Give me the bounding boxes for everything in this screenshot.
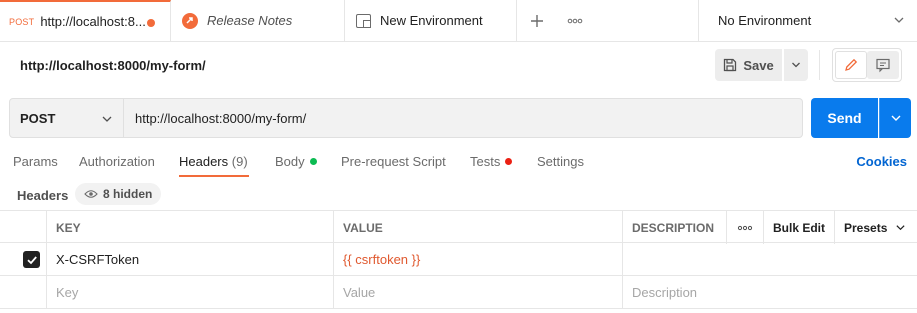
save-options-button[interactable] (783, 49, 808, 81)
body-indicator-dot-icon (309, 158, 317, 165)
view-mode-toggle (832, 48, 902, 82)
method-label: POST (20, 110, 56, 126)
request-tabs: Params Authorization Headers (9) Body Pr… (0, 146, 917, 178)
row-checkbox-cell (0, 276, 46, 309)
active-tab-indicator (179, 175, 249, 177)
row-enabled-checkbox[interactable] (23, 251, 40, 268)
row-checkbox-cell (0, 243, 46, 276)
tab-headers-label: Headers (179, 154, 229, 169)
key-column-header: KEY (46, 211, 333, 244)
presets-label: Presets (844, 220, 888, 235)
new-value-input[interactable]: Value (333, 276, 622, 309)
cookies-link[interactable]: Cookies (856, 154, 907, 169)
send-group: Send (811, 98, 911, 138)
headers-section-label: Headers (17, 188, 69, 203)
header-description-cell[interactable] (622, 243, 917, 276)
header-value-cell[interactable]: {{ csrftoken }} (333, 243, 622, 276)
tab-headers[interactable]: Headers (9) (179, 154, 248, 169)
presets-dropdown[interactable]: Presets (834, 211, 917, 244)
save-group: Save (715, 49, 808, 81)
method-select[interactable]: POST (9, 98, 124, 138)
value-column-header: VALUE (333, 211, 622, 244)
plus-icon (531, 14, 543, 27)
comments-mode-button[interactable] (867, 51, 899, 79)
header-value: {{ csrftoken }} (343, 252, 421, 267)
tab-body-label: Body (275, 154, 305, 169)
key-placeholder: Key (56, 285, 79, 300)
divider (819, 50, 820, 80)
table-header-row: KEY VALUE DESCRIPTION Bulk Edit Presets (0, 210, 917, 244)
bulk-edit-button[interactable]: Bulk Edit (763, 211, 834, 244)
value-placeholder: Value (343, 285, 376, 300)
tab-title: Release Notes (207, 13, 293, 28)
checkbox-column-header (0, 211, 46, 244)
chevron-down-icon (102, 116, 112, 122)
table-row: X-CSRFToken {{ csrftoken }} (0, 243, 917, 276)
url-input[interactable] (124, 98, 803, 138)
tab-title: New Environment (380, 13, 483, 28)
header-key-cell[interactable]: X-CSRFToken (46, 243, 333, 276)
save-icon (724, 58, 737, 72)
checkmark-icon (26, 255, 37, 264)
pencil-icon (845, 58, 858, 71)
new-description-input[interactable]: Description (622, 276, 917, 309)
tab-pre-request-script[interactable]: Pre-request Script (341, 154, 446, 169)
tab-method-label: POST (9, 16, 35, 27)
send-button[interactable]: Send (811, 98, 878, 138)
tab-params[interactable]: Params (13, 154, 58, 169)
hidden-headers-toggle[interactable]: 8 hidden (75, 183, 162, 205)
save-button[interactable]: Save (715, 49, 782, 81)
request-title[interactable]: http://localhost:8000/my-form/ (20, 58, 206, 73)
edit-mode-button[interactable] (835, 51, 867, 79)
hidden-count: 8 hidden (103, 187, 153, 201)
new-tab-button[interactable] (517, 0, 557, 41)
tab-body[interactable]: Body (275, 154, 317, 169)
headers-count: (9) (231, 154, 248, 169)
table-row-new: Key Value Description (0, 276, 917, 309)
environment-icon (356, 13, 371, 28)
send-options-button[interactable] (879, 98, 911, 138)
eye-icon (84, 190, 98, 198)
ellipsis-icon (737, 225, 753, 230)
save-label: Save (743, 57, 774, 73)
more-tabs-button[interactable] (557, 0, 593, 41)
tab-authorization[interactable]: Authorization (79, 154, 155, 169)
header-key: X-CSRFToken (56, 252, 140, 267)
comment-icon (876, 58, 890, 73)
tab-tests-label: Tests (470, 154, 501, 169)
request-tab[interactable]: POST http://localhost:8... (0, 0, 171, 41)
new-key-input[interactable]: Key (46, 276, 333, 309)
environment-label: No Environment (718, 13, 812, 28)
chevron-down-icon (894, 17, 904, 23)
column-options-button[interactable] (726, 211, 763, 244)
tab-title: http://localhost:8... (40, 14, 146, 29)
ellipsis-icon (567, 18, 583, 23)
release-notes-tab[interactable]: Release Notes (171, 0, 345, 41)
description-column-header: DESCRIPTION (622, 211, 726, 244)
headers-table: KEY VALUE DESCRIPTION Bulk Edit Presets … (0, 210, 917, 309)
chevron-down-icon (896, 225, 905, 231)
tab-tests[interactable]: Tests (470, 154, 513, 169)
description-placeholder: Description (632, 285, 698, 300)
environment-select[interactable]: No Environment (698, 0, 917, 41)
chevron-down-icon (891, 115, 900, 121)
chevron-down-icon (792, 62, 800, 68)
postman-logo-icon (182, 12, 198, 29)
tab-settings[interactable]: Settings (537, 154, 584, 169)
unsaved-dot-icon (147, 19, 155, 27)
new-environment-tab[interactable]: New Environment (345, 0, 517, 41)
tests-indicator-dot-icon (505, 158, 513, 165)
